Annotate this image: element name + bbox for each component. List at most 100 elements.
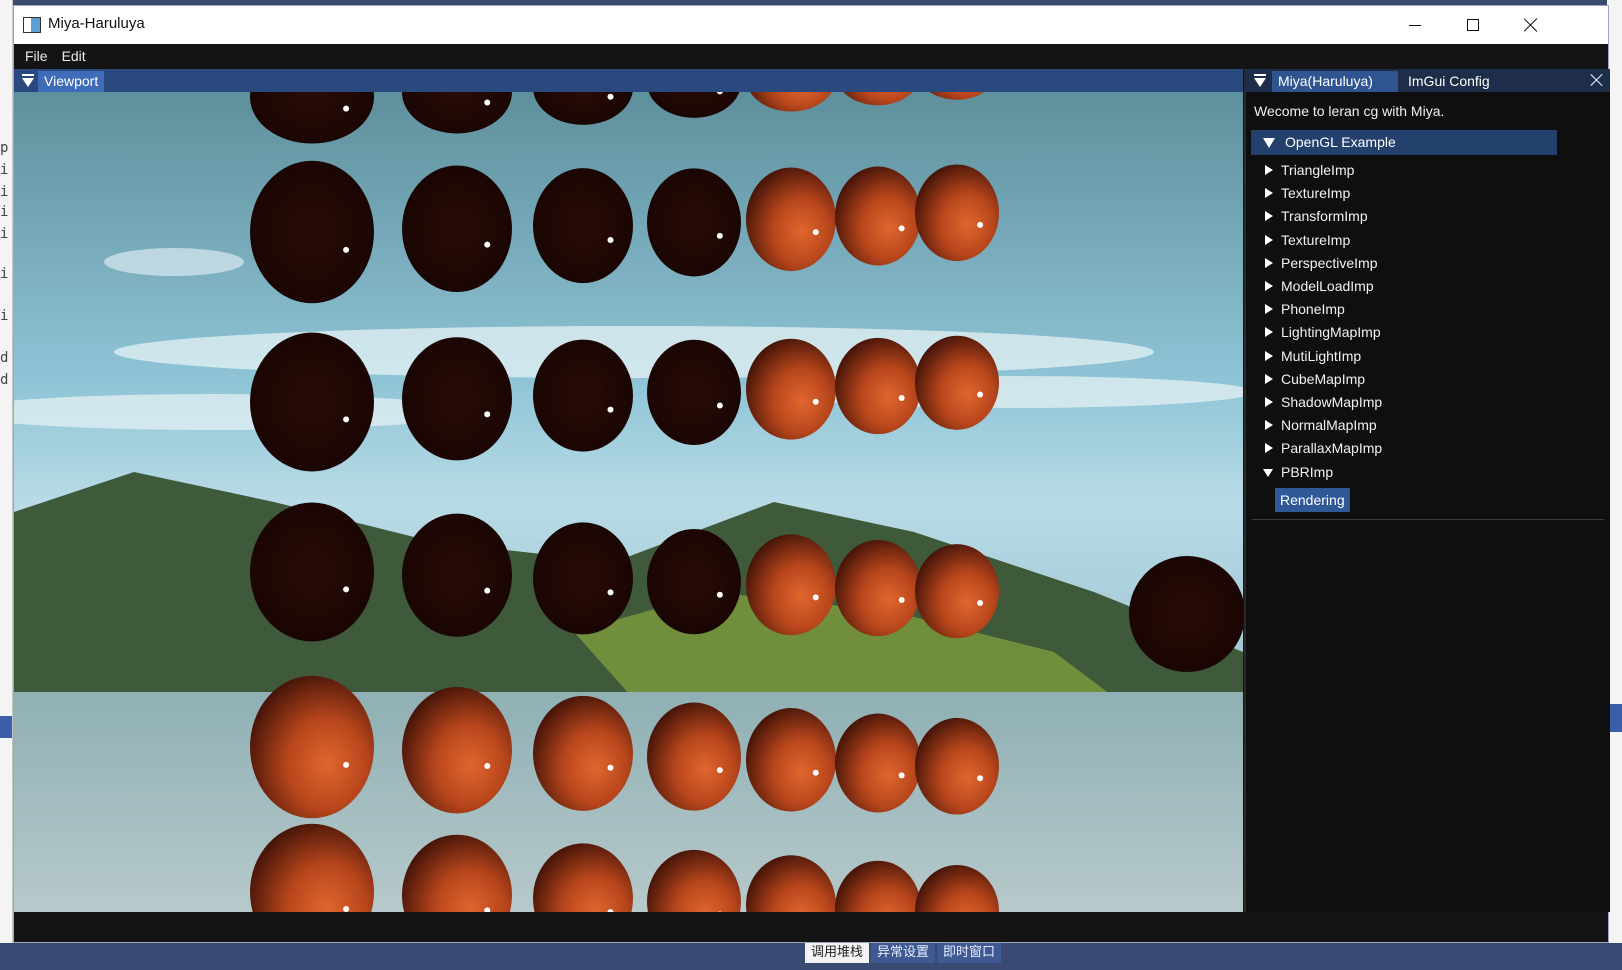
tree-root-opengl-example[interactable]: OpenGL Example: [1251, 130, 1557, 155]
tree-item-mutilightimp[interactable]: MutiLightImp: [1246, 345, 1566, 368]
tree-item-lightingmapimp[interactable]: LightingMapImp: [1246, 321, 1566, 344]
specular-highlight: [716, 767, 723, 774]
tree-item-parallaxmapimp[interactable]: ParallaxMapImp: [1246, 437, 1566, 460]
side-tab-bar: Miya(Haruluya) ImGui Config: [1246, 69, 1610, 92]
tree-item-normalmapimp[interactable]: NormalMapImp: [1246, 414, 1566, 437]
welcome-text: Wecome to leran cg with Miya.: [1254, 103, 1445, 119]
pbr-sphere: [402, 686, 512, 814]
pbr-sphere: [647, 702, 741, 811]
separator: [1252, 519, 1604, 520]
pbr-sphere: [402, 513, 512, 637]
pbr-sphere: [746, 534, 836, 636]
specular-highlight: [607, 589, 614, 596]
collapsed-triangle-icon: [1265, 327, 1273, 338]
call-stack-tab[interactable]: 调用堆栈: [805, 943, 870, 963]
pbr-spheres-scene: [14, 92, 1243, 912]
pbr-sphere: [402, 337, 512, 461]
tab-viewport[interactable]: Viewport: [38, 71, 105, 92]
collapsed-triangle-icon: [1265, 443, 1273, 454]
collapsed-triangle-icon: [1265, 234, 1273, 245]
pbr-sphere: [647, 168, 741, 277]
pbr-sphere: [250, 675, 374, 819]
immediate-window-tab[interactable]: 即时窗口: [937, 943, 1002, 963]
specular-highlight: [977, 391, 984, 398]
tree-item-transformimp[interactable]: TransformImp: [1246, 205, 1566, 228]
side-panel: Miya(Haruluya) ImGui Config Wecome to le…: [1244, 69, 1610, 912]
tree-item-label: PhoneImp: [1281, 301, 1345, 318]
pbr-sphere: [250, 160, 374, 304]
specular-highlight: [898, 395, 905, 402]
pbr-sphere: [915, 717, 999, 815]
specular-highlight: [343, 246, 350, 253]
pbr-sphere: [835, 166, 921, 266]
pbr-sphere: [746, 167, 836, 271]
tree-item-cubemapimp[interactable]: CubeMapImp: [1246, 368, 1566, 391]
app-icon: [23, 17, 41, 33]
tree-item-label: TextureImp: [1281, 231, 1351, 248]
exception-settings-tab[interactable]: 异常设置: [871, 943, 936, 963]
specular-highlight: [977, 599, 984, 606]
pbr-sphere: [533, 522, 633, 635]
collapsed-triangle-icon: [1265, 257, 1273, 268]
tab-imgui-config[interactable]: ImGui Config: [1402, 71, 1520, 92]
viewport-render[interactable]: [14, 92, 1243, 912]
collapsed-triangle-icon: [1265, 304, 1273, 315]
specular-highlight: [898, 772, 905, 779]
pbr-sphere: [746, 708, 836, 812]
collapsed-triangle-icon: [1265, 281, 1273, 291]
specular-highlight: [607, 406, 614, 413]
close-icon[interactable]: [1590, 73, 1604, 87]
tree-item-label: NormalMapImp: [1281, 417, 1377, 434]
collapsed-triangle-icon: [1265, 211, 1273, 222]
tree-item-label: ShadowMapImp: [1281, 394, 1383, 410]
specular-highlight: [898, 225, 905, 232]
specular-highlight: [898, 597, 905, 604]
specular-highlight: [812, 769, 819, 776]
tree-item-label: LightingMapImp: [1281, 324, 1381, 341]
collapsed-triangle-icon: [1265, 397, 1273, 407]
rendering-button[interactable]: Rendering: [1275, 488, 1350, 512]
tree-item-perspectiveimp[interactable]: PerspectiveImp: [1246, 252, 1566, 275]
tree-item-triangleimp[interactable]: TriangleImp: [1246, 159, 1566, 182]
specular-highlight: [977, 775, 984, 782]
tree-item-modelloadimp[interactable]: ModelLoadImp: [1246, 275, 1566, 298]
menu-file[interactable]: File: [18, 44, 55, 69]
close-button[interactable]: [1502, 6, 1560, 44]
tree-item-label: ModelLoadImp: [1281, 278, 1374, 294]
host-bottom-tabs: 调用堆栈 异常设置 即时窗口: [805, 943, 1003, 963]
title-bar[interactable]: Miya-Haruluya: [14, 6, 1608, 44]
menu-edit[interactable]: Edit: [55, 44, 93, 69]
pbr-sphere: [402, 165, 512, 293]
specular-highlight: [343, 586, 350, 593]
collapse-triangle-icon[interactable]: [22, 78, 34, 87]
tree-item-label: TextureImp: [1281, 185, 1351, 202]
tree-item-shadowmapimp[interactable]: ShadowMapImp: [1246, 391, 1566, 414]
tree-item-textureimp[interactable]: TextureImp: [1246, 229, 1566, 252]
tab-miya[interactable]: Miya(Haruluya): [1272, 71, 1398, 92]
specular-highlight: [484, 99, 491, 106]
pbr-sphere: [1129, 556, 1243, 672]
specular-highlight: [343, 105, 350, 112]
minimize-button[interactable]: [1386, 6, 1444, 44]
tree-item-phoneimp[interactable]: PhoneImp: [1246, 298, 1566, 321]
tree-item-label: CubeMapImp: [1281, 370, 1366, 387]
pbr-sphere: [250, 502, 374, 642]
window-title: Miya-Haruluya: [48, 15, 145, 32]
collapse-triangle-icon[interactable]: [1254, 78, 1266, 87]
expanded-triangle-icon: [1263, 468, 1273, 477]
pbr-sphere: [647, 528, 741, 635]
maximize-button[interactable]: [1444, 6, 1502, 44]
tree-item-pbrimp[interactable]: PBRImp: [1246, 461, 1566, 484]
specular-highlight: [977, 221, 984, 228]
specular-highlight: [484, 241, 491, 248]
collapsed-triangle-icon: [1265, 373, 1273, 384]
tree-item-label: TransformImp: [1281, 208, 1368, 225]
pbr-sphere: [915, 335, 999, 430]
pbr-sphere: [647, 339, 741, 446]
collapsed-triangle-icon: [1265, 188, 1273, 199]
tree-item-label: PerspectiveImp: [1281, 254, 1378, 271]
specular-highlight: [812, 398, 819, 405]
viewport-tab-bar: Viewport: [14, 69, 1243, 92]
collapsed-triangle-icon: [1265, 165, 1273, 175]
tree-item-textureimp[interactable]: TextureImp: [1246, 182, 1566, 205]
